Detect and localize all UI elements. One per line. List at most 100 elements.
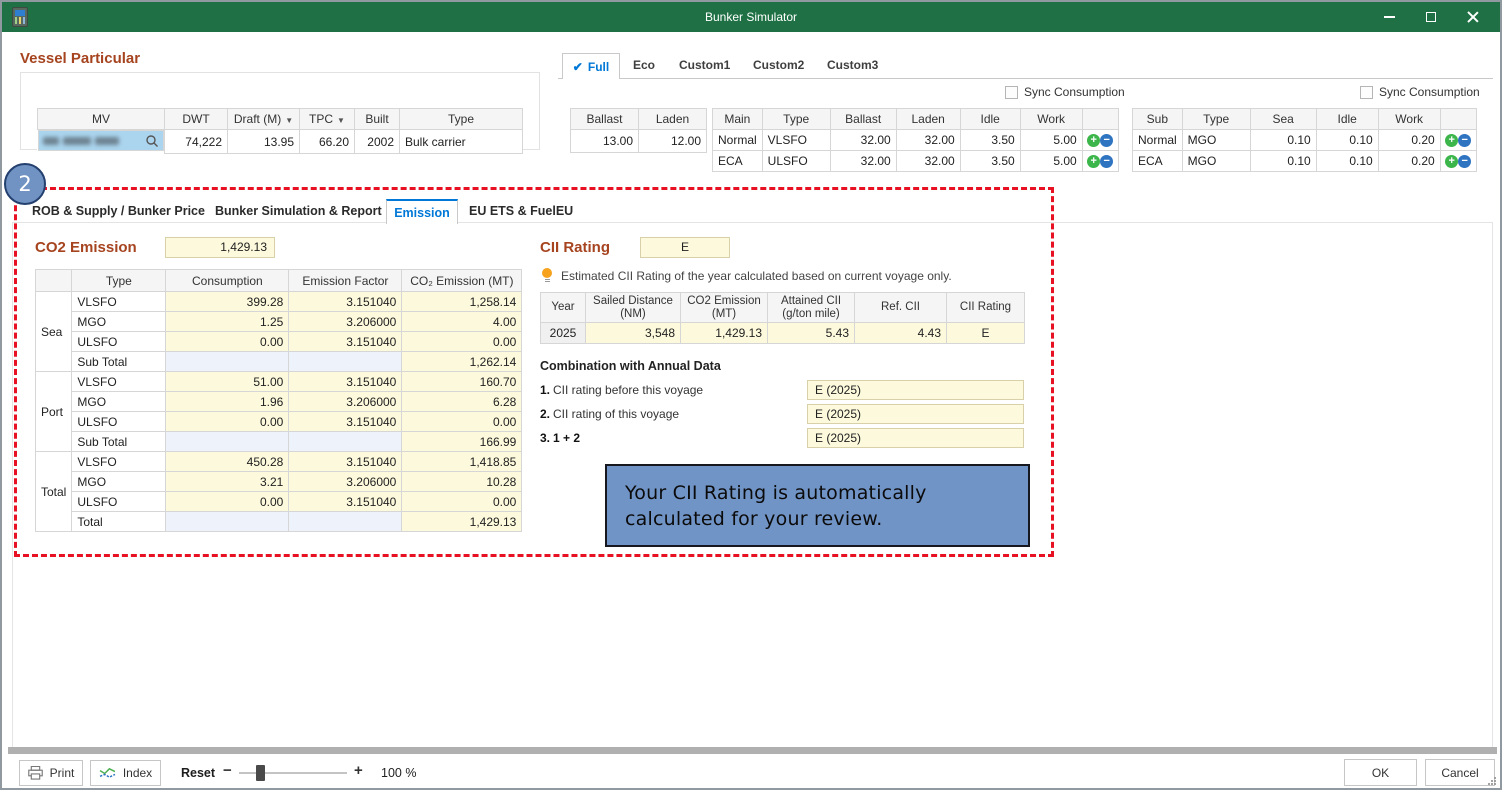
co2-emission-title: CO2 Emission <box>35 239 137 256</box>
vessel-built: 2002 <box>355 130 400 154</box>
tab-custom2[interactable]: Custom2 <box>753 58 804 72</box>
vessel-draft: 13.95 <box>228 130 300 154</box>
group-total: Total <box>36 452 72 532</box>
col-built: Built <box>355 109 400 130</box>
checkmark-icon: ✔ <box>573 60 583 74</box>
sub-consumption-table: Sub Type Sea Idle Work Normal MGO 0.10 0… <box>1132 108 1477 172</box>
horizontal-scrollbar[interactable] <box>8 747 1497 754</box>
tab-rob-supply[interactable]: ROB & Supply / Bunker Price <box>32 204 205 218</box>
zoom-in-icon[interactable]: + <box>354 762 363 779</box>
remove-row-icon[interactable]: − <box>1458 155 1471 168</box>
remove-row-icon[interactable]: − <box>1458 134 1471 147</box>
checkbox-icon[interactable] <box>1005 86 1018 99</box>
combination-value-1[interactable]: E (2025) <box>807 380 1024 400</box>
printer-icon <box>28 766 43 780</box>
dropdown-icon[interactable]: ▼ <box>285 116 293 125</box>
table-row: 2025 3,548 1,429.13 5.43 4.43 E <box>541 323 1025 344</box>
vessel-name-field[interactable] <box>38 130 165 151</box>
cii-rating-field[interactable]: E <box>640 237 730 258</box>
col-draft[interactable]: Draft (M)▼ <box>228 109 300 130</box>
tab-custom1[interactable]: Custom1 <box>679 58 730 72</box>
vessel-type: Bulk carrier <box>400 130 523 154</box>
dropdown-icon[interactable]: ▼ <box>337 116 345 125</box>
speed-ballast[interactable]: 13.00 <box>571 130 639 153</box>
tab-eco[interactable]: Eco <box>633 58 655 72</box>
table-row: ULSFO 0.00 3.151040 0.00 <box>36 492 522 512</box>
cii-attained[interactable]: 5.43 <box>768 323 855 344</box>
add-row-icon[interactable]: + <box>1445 155 1458 168</box>
main-cons-row-eca: ECA ULSFO 32.00 32.00 3.50 5.00 +− <box>713 151 1119 172</box>
tab-custom3[interactable]: Custom3 <box>827 58 878 72</box>
group-sea: Sea <box>36 292 72 372</box>
cii-rating-cell[interactable]: E <box>947 323 1025 344</box>
col-tpc[interactable]: TPC▼ <box>300 109 355 130</box>
cii-sailed-distance[interactable]: 3,548 <box>586 323 681 344</box>
combination-label-1: 1.CII rating before this voyage <box>540 383 703 397</box>
cii-ref[interactable]: 4.43 <box>855 323 947 344</box>
table-row: ULSFO 0.00 3.151040 0.00 <box>36 332 522 352</box>
table-row: Sea VLSFO 399.28 3.151040 1,258.14 <box>36 292 522 312</box>
zoom-slider-handle[interactable] <box>256 765 265 781</box>
annotation-step-badge: 2 <box>4 163 46 205</box>
add-row-icon[interactable]: + <box>1087 134 1100 147</box>
combination-value-3[interactable]: E (2025) <box>807 428 1024 448</box>
remove-row-icon[interactable]: − <box>1100 155 1113 168</box>
index-button[interactable]: Index <box>90 760 161 786</box>
add-row-icon[interactable]: + <box>1445 134 1458 147</box>
group-port: Port <box>36 372 72 452</box>
close-button[interactable] <box>1452 2 1494 32</box>
sub-cons-row-eca: ECA MGO 0.10 0.10 0.20 +− <box>1133 151 1477 172</box>
table-row: MGO 1.96 3.206000 6.28 <box>36 392 522 412</box>
table-row: Sub Total 1,262.14 <box>36 352 522 372</box>
maximize-button[interactable] <box>1410 2 1452 32</box>
zoom-out-icon[interactable]: − <box>223 762 232 779</box>
window-title: Bunker Simulator <box>2 2 1500 32</box>
close-icon <box>1467 11 1479 23</box>
maximize-icon <box>1426 12 1436 22</box>
table-row: MGO 1.25 3.206000 4.00 <box>36 312 522 332</box>
search-icon[interactable] <box>145 134 159 148</box>
vessel-table: MV DWT Draft (M)▼ TPC▼ Built Type 74,222… <box>37 108 523 154</box>
col-dwt: DWT <box>165 109 228 130</box>
checkbox-icon[interactable] <box>1360 86 1373 99</box>
minimize-button[interactable] <box>1368 2 1410 32</box>
cii-callout: Your CII Rating is automatically calcula… <box>605 464 1030 547</box>
combination-title: Combination with Annual Data <box>540 359 721 373</box>
combination-label-2: 2.CII rating of this voyage <box>540 407 679 421</box>
co2-emission-table: Type Consumption Emission Factor CO₂ Emi… <box>35 269 522 532</box>
main-cons-row-normal: Normal VLSFO 32.00 32.00 3.50 5.00 +− <box>713 130 1119 151</box>
title-bar: Bunker Simulator <box>2 2 1500 32</box>
col-type: Type <box>400 109 523 130</box>
sync-consumption-sub[interactable]: Sync Consumption <box>1360 85 1480 99</box>
cii-rating-title: CII Rating <box>540 239 610 256</box>
table-row: Port VLSFO 51.00 3.151040 160.70 <box>36 372 522 392</box>
combination-value-2[interactable]: E (2025) <box>807 404 1024 424</box>
cancel-button[interactable]: Cancel <box>1425 759 1495 786</box>
vessel-tpc: 66.20 <box>300 130 355 154</box>
table-row: Total 1,429.13 <box>36 512 522 532</box>
tab-emission[interactable]: Emission <box>386 199 458 224</box>
table-row: Sub Total 166.99 <box>36 432 522 452</box>
add-row-icon[interactable]: + <box>1087 155 1100 168</box>
reset-button[interactable]: Reset <box>181 766 215 780</box>
cii-co2-emission[interactable]: 1,429.13 <box>681 323 768 344</box>
tab-full[interactable]: ✔ Full <box>562 53 620 79</box>
profile-tabs-divider <box>558 78 1493 79</box>
table-row: Total VLSFO 450.28 3.151040 1,418.85 <box>36 452 522 472</box>
speed-laden[interactable]: 12.00 <box>639 130 707 153</box>
print-button[interactable]: Print <box>19 760 83 786</box>
co2-total-field[interactable]: 1,429.13 <box>165 237 275 258</box>
vessel-name-redacted <box>43 137 119 145</box>
tab-bunker-simulation[interactable]: Bunker Simulation & Report <box>215 204 382 218</box>
vessel-dwt: 74,222 <box>165 130 228 154</box>
sync-consumption-main[interactable]: Sync Consumption <box>1005 85 1125 99</box>
speed-table: Ballast Laden 13.00 12.00 <box>570 108 707 153</box>
tab-eu-ets[interactable]: EU ETS & FuelEU <box>469 204 573 218</box>
resize-grip[interactable] <box>1488 777 1496 785</box>
remove-row-icon[interactable]: − <box>1100 134 1113 147</box>
ok-button[interactable]: OK <box>1344 759 1417 786</box>
table-row: ULSFO 0.00 3.151040 0.00 <box>36 412 522 432</box>
table-row: MGO 3.21 3.206000 10.28 <box>36 472 522 492</box>
cii-year: 2025 <box>541 323 586 344</box>
combination-label-3: 3.1 + 2 <box>540 431 580 445</box>
